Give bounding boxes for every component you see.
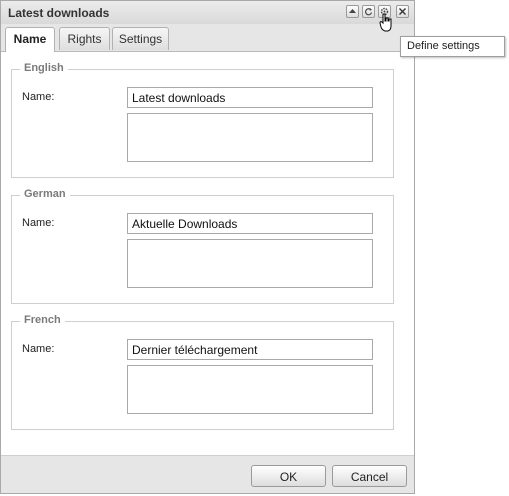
tab-name[interactable]: Name: [5, 27, 55, 52]
tab-rights[interactable]: Rights: [59, 27, 110, 50]
french-description-textarea[interactable]: [127, 365, 373, 414]
refresh-icon[interactable]: [362, 5, 375, 18]
name-label: Name:: [22, 91, 55, 103]
settings-dialog: Latest downloads Name Rights Settings En…: [0, 0, 415, 494]
define-settings-tooltip: Define settings: [400, 36, 505, 57]
tab-strip: Name Rights Settings: [1, 24, 414, 52]
dialog-footer: OK Cancel: [1, 455, 414, 493]
tab-panel: English Name: German Name: French Name:: [1, 52, 414, 455]
dialog-titlebar[interactable]: Latest downloads: [1, 1, 414, 25]
name-label: Name:: [22, 217, 55, 229]
close-icon[interactable]: [396, 5, 409, 18]
scroll-up-icon[interactable]: [346, 5, 359, 18]
german-name-input[interactable]: [127, 213, 373, 234]
hand-cursor-icon: [379, 13, 392, 32]
french-name-input[interactable]: [127, 339, 373, 360]
section-legend: German: [20, 188, 70, 200]
section-legend: English: [20, 62, 68, 74]
ok-button[interactable]: OK: [251, 465, 326, 487]
english-name-input[interactable]: [127, 87, 373, 108]
language-section-german: German Name:: [11, 188, 394, 304]
language-section-french: French Name:: [11, 314, 394, 430]
tab-settings[interactable]: Settings: [112, 27, 169, 50]
cancel-button[interactable]: Cancel: [332, 465, 407, 487]
name-label: Name:: [22, 343, 55, 355]
section-legend: French: [20, 314, 65, 326]
german-description-textarea[interactable]: [127, 239, 373, 288]
english-description-textarea[interactable]: [127, 113, 373, 162]
language-section-english: English Name:: [11, 62, 394, 178]
dialog-title: Latest downloads: [8, 6, 110, 20]
